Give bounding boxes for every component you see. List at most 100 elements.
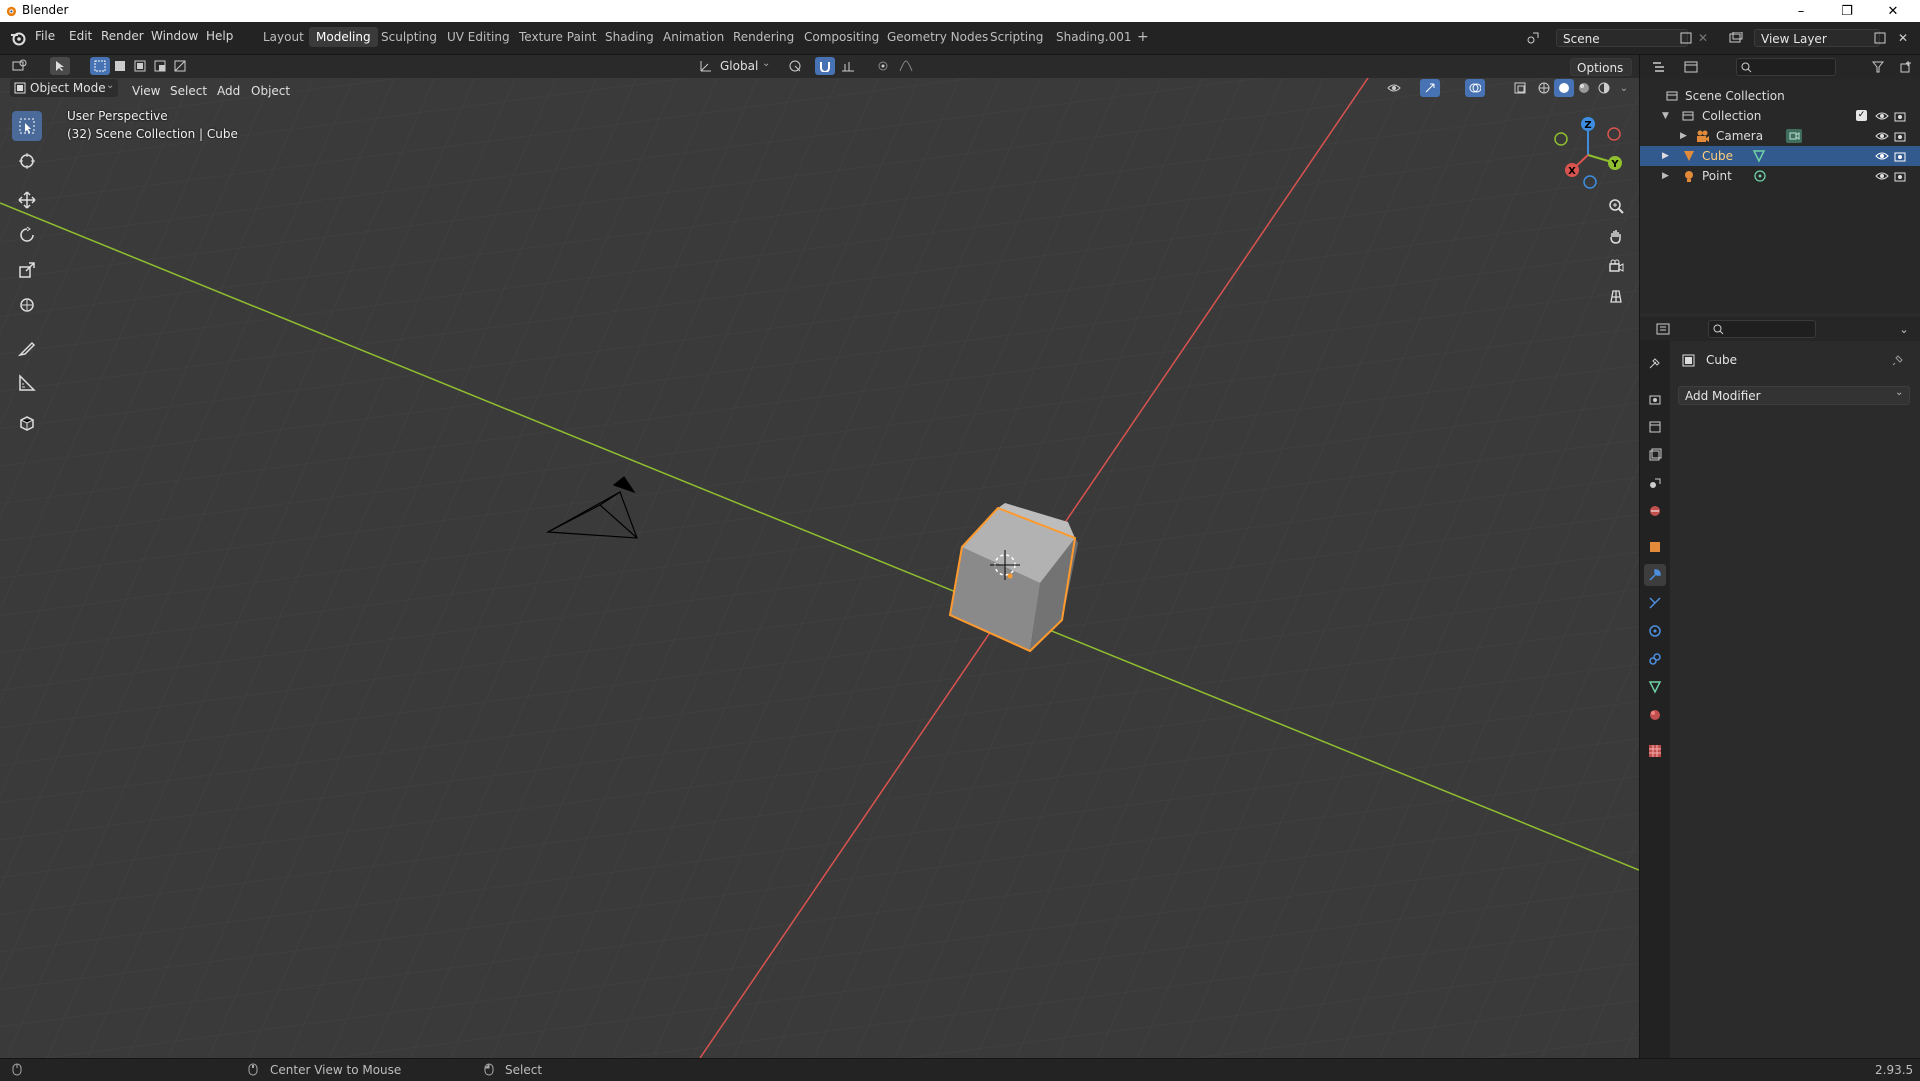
select-mode-intersect-icon[interactable] <box>150 57 170 75</box>
tab-shading[interactable]: Shading <box>598 27 661 47</box>
tab-material-icon[interactable] <box>1644 704 1666 726</box>
shading-solid-icon[interactable] <box>1554 79 1574 97</box>
outliner-row-cube[interactable]: ▶ Cube <box>1640 146 1920 166</box>
menu-edit[interactable]: Edit <box>69 29 92 43</box>
tab-scene-icon[interactable] <box>1644 472 1666 494</box>
remove-scene-icon[interactable]: ✕ <box>1693 29 1713 47</box>
shading-rendered-icon[interactable] <box>1594 79 1614 97</box>
object-mode-dropdown[interactable]: Object Mode ⌄ <box>10 79 118 97</box>
tab-physics-icon[interactable] <box>1644 620 1666 642</box>
tab-layout[interactable]: Layout <box>256 27 311 47</box>
camera-expand-icon[interactable]: ▶ <box>1680 126 1687 146</box>
collection-visibility-icon[interactable] <box>1875 111 1889 121</box>
tab-modeling[interactable]: Modeling <box>309 27 378 47</box>
tab-render-icon[interactable] <box>1644 388 1666 410</box>
outliner-row-collection[interactable]: ▼ Collection ✓ <box>1640 106 1920 126</box>
show-gizmo-icon[interactable] <box>1420 79 1440 97</box>
scene-name-field[interactable]: Scene <box>1556 29 1688 47</box>
menu-help[interactable]: Help <box>206 29 233 43</box>
viewport-menu-add[interactable]: Add <box>217 84 240 98</box>
select-mode-subtract-icon[interactable] <box>130 57 150 75</box>
outliner-search-input[interactable] <box>1736 58 1836 76</box>
select-mode-extend-icon[interactable] <box>110 57 130 75</box>
tab-world-icon[interactable] <box>1644 500 1666 522</box>
add-workspace-button[interactable]: + <box>1130 27 1156 47</box>
new-view-layer-icon[interactable] <box>1870 29 1890 47</box>
tool-measure[interactable] <box>12 368 42 398</box>
tab-compositing[interactable]: Compositing <box>797 27 886 47</box>
editor-type-icon[interactable] <box>10 57 30 75</box>
camera-render-icon[interactable] <box>1894 130 1906 142</box>
blender-menu-icon[interactable] <box>10 30 26 46</box>
viewport-menu-view[interactable]: View <box>132 84 160 98</box>
xray-toggle-icon[interactable] <box>1510 79 1530 97</box>
tab-rendering[interactable]: Rendering <box>726 27 801 47</box>
camera-data-icon[interactable] <box>1786 129 1802 143</box>
view-layer-field[interactable]: View Layer <box>1754 29 1880 47</box>
tool-move[interactable] <box>12 185 42 215</box>
select-mode-new-icon[interactable] <box>90 57 110 75</box>
tab-output-icon[interactable] <box>1644 416 1666 438</box>
outliner-display-mode-icon[interactable] <box>1682 58 1702 76</box>
zoom-view-icon[interactable] <box>1602 192 1630 220</box>
maximize-button[interactable]: ❐ <box>1824 0 1870 22</box>
outliner-row-point[interactable]: ▶ Point <box>1640 166 1920 186</box>
shading-material-icon[interactable] <box>1574 79 1594 97</box>
point-expand-icon[interactable]: ▶ <box>1662 166 1669 186</box>
viewport-menu-select[interactable]: Select <box>170 84 207 98</box>
toggle-perspective-icon[interactable] <box>1602 282 1630 310</box>
tab-shading-001[interactable]: Shading.001 <box>1049 27 1138 47</box>
snap-target-icon[interactable] <box>838 57 858 75</box>
outliner-filter-icon[interactable] <box>1868 58 1888 76</box>
select-mode-invert-icon[interactable] <box>170 57 190 75</box>
properties-options-chevron-icon[interactable]: ⌄ <box>1894 320 1914 338</box>
tool-scale[interactable] <box>12 255 42 285</box>
scene-selector-icon[interactable] <box>1523 29 1543 47</box>
cube-render-icon[interactable] <box>1894 150 1906 162</box>
proportional-falloff-icon[interactable] <box>896 57 916 75</box>
tab-sculpting[interactable]: Sculpting <box>374 27 444 47</box>
tab-geometry-nodes[interactable]: Geometry Nodes <box>880 27 995 47</box>
cube-visibility-icon[interactable] <box>1875 151 1889 161</box>
pivot-point-icon[interactable] <box>785 57 805 75</box>
tab-animation[interactable]: Animation <box>656 27 731 47</box>
tool-add-cube[interactable] <box>12 408 42 438</box>
tab-modifier-icon[interactable] <box>1644 564 1666 586</box>
collection-render-icon[interactable] <box>1894 110 1906 122</box>
tab-constraints-icon[interactable] <box>1644 648 1666 670</box>
add-modifier-dropdown[interactable]: Add Modifier ⌄ <box>1678 386 1910 405</box>
proportional-editing-icon[interactable] <box>873 57 893 75</box>
tab-texture-paint[interactable]: Texture Paint <box>512 27 603 47</box>
snap-toggle-icon[interactable] <box>815 57 835 75</box>
mesh-data-icon[interactable] <box>1752 149 1766 163</box>
pin-icon[interactable] <box>1892 354 1904 366</box>
camera-view-icon[interactable] <box>1602 252 1630 280</box>
options-dropdown[interactable]: Options <box>1570 58 1632 76</box>
point-render-icon[interactable] <box>1894 170 1906 182</box>
transform-orientation-icon[interactable] <box>696 57 716 75</box>
transform-orientation-chevron-icon[interactable]: ⌄ <box>762 58 770 69</box>
transform-orientation-value[interactable]: Global <box>720 59 758 73</box>
tool-rotate[interactable] <box>12 220 42 250</box>
menu-file[interactable]: File <box>35 29 55 43</box>
remove-view-layer-icon[interactable]: ✕ <box>1893 29 1913 47</box>
tab-scripting[interactable]: Scripting <box>983 27 1050 47</box>
tab-object-icon[interactable] <box>1644 536 1666 558</box>
navigation-gizmo[interactable]: Z Y X <box>1543 110 1633 190</box>
new-collection-icon[interactable] <box>1896 58 1916 76</box>
close-button[interactable]: ✕ <box>1870 0 1916 22</box>
tab-object-data-icon[interactable] <box>1644 676 1666 698</box>
3d-viewport[interactable]: Z Y X <box>0 55 1640 1058</box>
camera-visibility-icon[interactable] <box>1875 131 1889 141</box>
collection-expand-icon[interactable]: ▼ <box>1662 106 1669 126</box>
properties-editor-type-icon[interactable] <box>1654 320 1674 338</box>
tab-view-layer-icon[interactable] <box>1644 444 1666 466</box>
select-tool-icon[interactable] <box>50 57 70 75</box>
outliner-row-camera[interactable]: ▶ Camera <box>1640 126 1920 146</box>
shading-options-chevron-icon[interactable]: ⌄ <box>1614 79 1634 97</box>
outliner-row-scene-collection[interactable]: Scene Collection <box>1640 86 1920 106</box>
tab-tool-icon[interactable] <box>1644 352 1666 374</box>
tool-select-box[interactable] <box>12 111 42 141</box>
tab-uv-editing[interactable]: UV Editing <box>440 27 517 47</box>
tool-transform[interactable] <box>12 290 42 320</box>
